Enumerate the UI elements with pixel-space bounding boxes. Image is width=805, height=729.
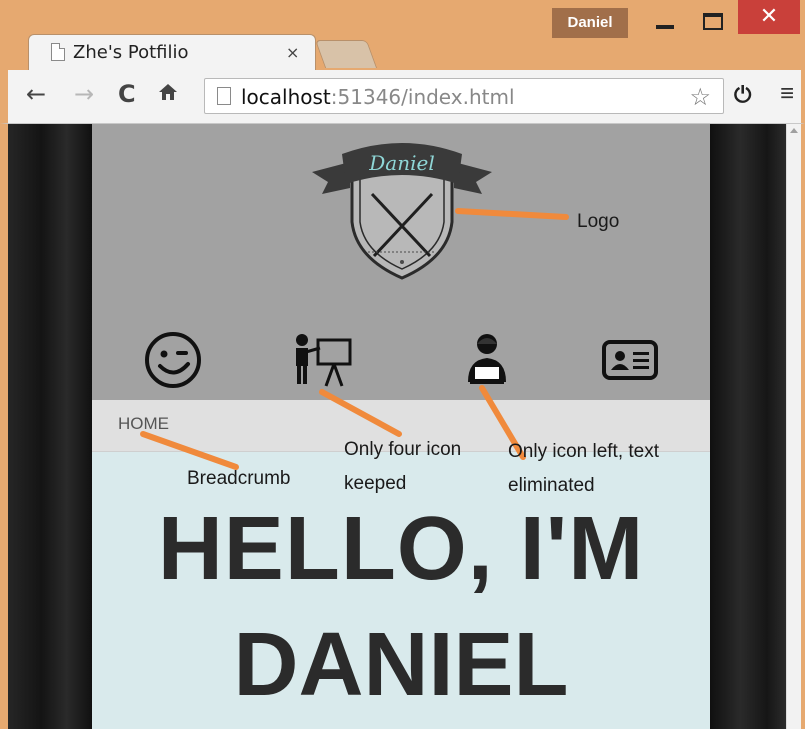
breadcrumb: HOME (92, 400, 710, 452)
url-text: localhost:51346/index.html (241, 85, 515, 109)
browser-window: Zhe's Potfilio × Daniel ✕ ← → C localhos… (0, 0, 805, 729)
tab-active[interactable]: Zhe's Potfilio × (28, 34, 316, 70)
person-laptop-icon[interactable] (452, 330, 522, 390)
breadcrumb-home-link[interactable]: HOME (118, 414, 169, 434)
background-texture-left (8, 124, 92, 729)
hero-section: HELLO, I'M DANIEL (92, 452, 710, 729)
tab-close-icon[interactable]: × (286, 43, 299, 62)
minimize-icon (656, 25, 674, 29)
hero-heading-line1: HELLO, I'M (157, 499, 645, 599)
url-host: localhost (241, 85, 331, 109)
title-bar: Zhe's Potfilio × Daniel ✕ (0, 0, 805, 70)
contact-card-icon[interactable] (594, 330, 664, 390)
menu-icon[interactable]: ≡ (780, 80, 794, 108)
bookmark-star-icon[interactable]: ☆ (689, 83, 711, 112)
power-icon[interactable]: ⏻ (734, 82, 751, 108)
page-content: Daniel HOME HELLO, I'M DANIEL (92, 124, 710, 729)
hero-heading-line2: DANIEL (233, 615, 569, 715)
reload-icon[interactable]: C (118, 80, 136, 108)
page-icon (217, 87, 231, 105)
presenter-icon[interactable] (288, 330, 358, 390)
maximize-button[interactable] (690, 6, 736, 36)
home-icon[interactable] (158, 80, 178, 108)
address-bar[interactable]: localhost:51346/index.html ☆ (204, 78, 724, 114)
profile-badge[interactable]: Daniel (552, 8, 628, 38)
smiley-icon[interactable] (138, 330, 208, 390)
url-path: :51346/index.html (330, 85, 515, 109)
background-texture-right (710, 124, 786, 729)
new-tab-button[interactable] (314, 40, 378, 68)
forward-arrow-icon[interactable]: → (74, 80, 94, 108)
back-arrow-icon[interactable]: ← (26, 80, 46, 108)
page-viewport: Daniel HOME HELLO, I'M DANIEL (8, 124, 801, 729)
maximize-icon (703, 13, 723, 30)
site-header: Daniel (92, 124, 710, 400)
close-window-button[interactable]: ✕ (738, 0, 800, 34)
logo[interactable]: Daniel (302, 132, 502, 284)
vertical-scrollbar[interactable] (786, 124, 801, 729)
scroll-up-arrow-icon[interactable] (790, 128, 798, 133)
browser-toolbar: ← → C localhost:51346/index.html ☆ ⏻ ≡ (0, 70, 805, 124)
minimize-button[interactable] (642, 6, 688, 36)
tab-title: Zhe's Potfilio (73, 42, 189, 63)
page-icon (51, 43, 65, 61)
logo-text: Daniel (368, 151, 434, 175)
